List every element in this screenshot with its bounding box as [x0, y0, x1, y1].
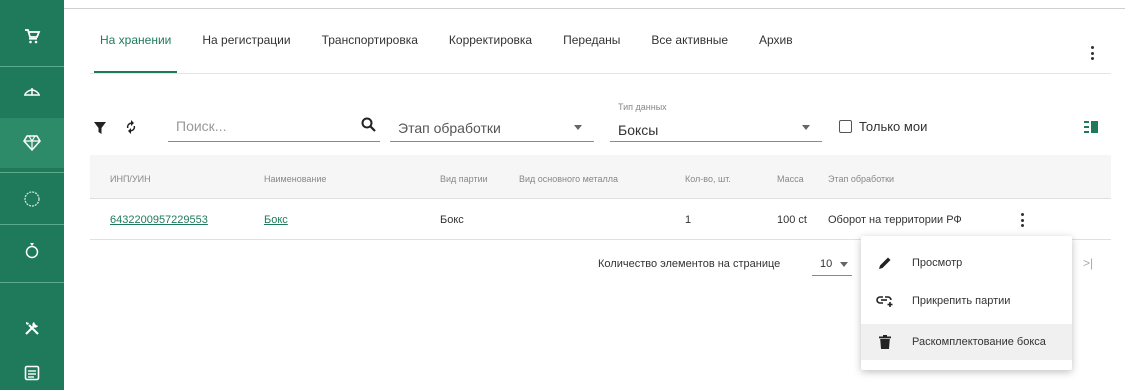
quantity-cell: 1: [685, 214, 692, 226]
sidebar-item-gems[interactable]: [0, 118, 64, 168]
trash-icon: [875, 335, 895, 349]
tab-transferred[interactable]: Переданы: [563, 33, 620, 73]
column-header[interactable]: Наименование: [264, 174, 326, 184]
sidebar-item-tools[interactable]: [0, 306, 64, 350]
top-border: [64, 8, 1125, 9]
chevron-down-icon: [840, 262, 848, 267]
data-type-value: Боксы: [618, 122, 659, 138]
tab-on-registration[interactable]: На регистрации: [202, 33, 290, 73]
sidebar-divider: [0, 66, 64, 67]
menu-item-label: Прикрепить партии: [912, 295, 1011, 307]
only-mine-checkbox[interactable]: Только мои: [839, 119, 927, 134]
circle-outline-icon: [23, 190, 41, 208]
sidebar-divider: [0, 172, 64, 173]
stage-select[interactable]: Этап обработки: [390, 112, 594, 142]
per-page-label: Количество элементов на странице: [598, 258, 781, 270]
data-type-floating-label: Тип данных: [618, 102, 667, 112]
gem-icon: [23, 135, 41, 151]
stage-select-label: Этап обработки: [398, 120, 501, 136]
document-icon: [24, 365, 40, 381]
mass-cell: 100 ct: [777, 214, 807, 226]
column-settings-icon[interactable]: [1084, 120, 1098, 138]
per-page-select[interactable]: 10: [812, 252, 852, 276]
cart-icon: [23, 27, 41, 45]
tools-icon: [23, 319, 41, 337]
more-options-icon[interactable]: [1086, 43, 1098, 63]
chevron-down-icon: [574, 125, 582, 130]
search-input[interactable]: [168, 114, 338, 138]
batch-type-cell: Бокс: [440, 214, 464, 226]
sidebar: [0, 0, 64, 390]
per-page-value: 10: [820, 258, 833, 270]
sidebar-divider: [0, 224, 64, 225]
link-add-icon: [875, 295, 895, 307]
column-header[interactable]: Кол-во, шт.: [685, 174, 731, 184]
tab-correction[interactable]: Корректировка: [449, 33, 532, 73]
tabs-divider: [90, 73, 1111, 74]
sidebar-item-scale[interactable]: [0, 72, 64, 112]
sidebar-divider: [0, 282, 64, 283]
row-actions-icon[interactable]: [1016, 211, 1028, 229]
stage-cell: Оборот на территории РФ: [828, 214, 962, 226]
scale-icon: [23, 85, 41, 99]
column-header[interactable]: Вид основного металла: [519, 174, 618, 184]
pencil-icon: [875, 256, 895, 270]
menu-item-view[interactable]: Просмотр: [861, 245, 1072, 281]
sidebar-item-documents[interactable]: [0, 356, 64, 390]
table-header: ИНП/УИН Наименование Вид партии Вид осно…: [90, 155, 1111, 199]
menu-item-attach-batches[interactable]: Прикрепить партии: [861, 283, 1072, 319]
main-content: На хранении На регистрации Транспортиров…: [64, 0, 1125, 390]
ring-icon: [24, 241, 40, 259]
table-row[interactable]: 6432200957229553 Бокс Бокс 1 100 ct Обор…: [90, 200, 1111, 240]
sidebar-item-ring[interactable]: [0, 228, 64, 272]
tab-all-active[interactable]: Все активные: [651, 33, 728, 73]
name-link[interactable]: Бокс: [264, 214, 288, 226]
checkbox-icon[interactable]: [839, 120, 852, 133]
sidebar-item-cart[interactable]: [0, 16, 64, 56]
inp-link[interactable]: 6432200957229553: [110, 214, 208, 226]
only-mine-label: Только мои: [859, 119, 928, 134]
tab-in-storage[interactable]: На хранении: [93, 33, 178, 73]
data-type-select[interactable]: Тип данных Боксы: [610, 102, 822, 142]
last-page-button[interactable]: >|: [1083, 256, 1093, 270]
column-header[interactable]: Масса: [777, 174, 804, 184]
column-header[interactable]: Вид партии: [440, 174, 488, 184]
row-context-menu: Просмотр Прикрепить партии Раскомплектов…: [861, 236, 1072, 370]
chevron-down-icon: [802, 125, 810, 130]
tab-bar: На хранении На регистрации Транспортиров…: [93, 33, 824, 73]
menu-item-label: Раскомплектование бокса: [912, 336, 1046, 348]
sidebar-item-circle[interactable]: [0, 178, 64, 220]
search-icon[interactable]: [361, 117, 376, 137]
menu-item-disassemble-box[interactable]: Раскомплектование бокса: [861, 324, 1072, 360]
filter-icon[interactable]: [94, 121, 106, 139]
menu-item-label: Просмотр: [912, 257, 963, 269]
tab-transportation[interactable]: Транспортировка: [322, 33, 418, 73]
refresh-icon[interactable]: [124, 119, 138, 140]
tab-archive[interactable]: Архив: [759, 33, 793, 73]
column-header[interactable]: ИНП/УИН: [110, 174, 151, 184]
column-header[interactable]: Этап обработки: [828, 174, 894, 184]
search-field: [168, 112, 380, 142]
